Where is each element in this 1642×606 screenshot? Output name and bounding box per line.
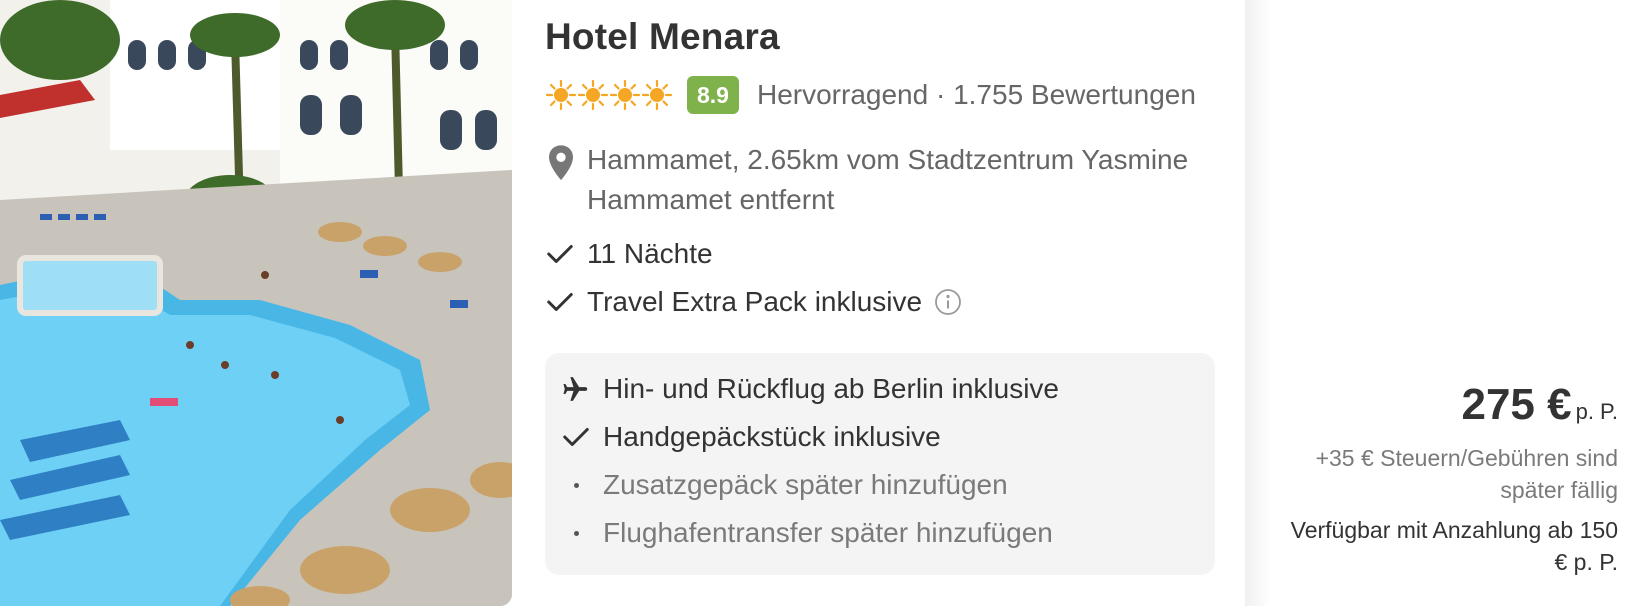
price-fees-note: +35 € Steuern/Gebühren sind später fälli… [1315, 445, 1618, 503]
sun-icon [577, 79, 609, 111]
hand-luggage-row: Handgepäckstück inklusive [561, 421, 941, 453]
checkmark-icon [547, 293, 573, 311]
location-text: Hammamet, 2.65km vom Stadtzentrum Yasmin… [587, 144, 1189, 215]
feature-nights: 11 Nächte [545, 238, 713, 270]
info-icon[interactable] [934, 288, 962, 316]
bullet-dot-icon [561, 518, 591, 548]
rating-row: 8.9 Hervorragend · 1.755 Bewertungen [545, 74, 1196, 116]
airplane-icon [561, 374, 591, 404]
location: Hammamet, 2.65km vom Stadtzentrum Yasmin… [545, 140, 1195, 220]
price-amount: 275 € [1461, 380, 1572, 429]
sun-icon [545, 79, 577, 111]
checkmark-icon [547, 245, 573, 263]
hotel-details: Hotel Menara 8.9 Hervorragend · 1.755 Be… [545, 0, 1215, 606]
deposit-note: Verfügbar mit Anzahlung ab 150 € p. P. [1290, 517, 1618, 575]
hotel-name[interactable]: Hotel Menara [545, 16, 780, 58]
extra-pack-label: Travel Extra Pack inklusive [587, 286, 923, 317]
price-unit: p. P. [1575, 399, 1618, 424]
feature-extra-pack: Travel Extra Pack inklusive [545, 286, 962, 318]
score-badge: 8.9 [687, 76, 739, 114]
flight-package-box: Hin- und Rückflug ab Berlin inklusive Ha… [545, 353, 1215, 575]
extra-luggage-row[interactable]: Zusatzgepäck später hinzufügen [561, 469, 1008, 501]
checkmark-icon [561, 422, 591, 452]
sun-icon [609, 79, 641, 111]
hand-luggage-label: Handgepäckstück inklusive [603, 421, 941, 452]
sun-icon [641, 79, 673, 111]
airport-transfer-row[interactable]: Flughafentransfer später hinzufügen [561, 517, 1053, 549]
flight-label: Hin- und Rückflug ab Berlin inklusive [603, 373, 1059, 404]
hotel-photo[interactable] [0, 0, 512, 606]
price-column: 275 € p. P. +35 € Steuern/Gebühren sind s… [1280, 0, 1618, 606]
airport-transfer-label: Flughafentransfer später hinzufügen [603, 517, 1053, 548]
bullet-dot-icon [561, 470, 591, 500]
price-line: 275 € p. P. [1461, 380, 1618, 430]
column-divider [1245, 0, 1271, 606]
hotel-pool-image [0, 0, 512, 606]
rating-text[interactable]: Hervorragend · 1.755 Bewertungen [757, 79, 1196, 111]
extra-luggage-label: Zusatzgepäck später hinzufügen [603, 469, 1008, 500]
flight-included-row: Hin- und Rückflug ab Berlin inklusive [561, 373, 1059, 405]
hotel-offer-card[interactable]: Hotel Menara 8.9 Hervorragend · 1.755 Be… [0, 0, 1642, 606]
map-pin-icon [549, 145, 573, 180]
nights-label: 11 Nächte [587, 238, 713, 269]
